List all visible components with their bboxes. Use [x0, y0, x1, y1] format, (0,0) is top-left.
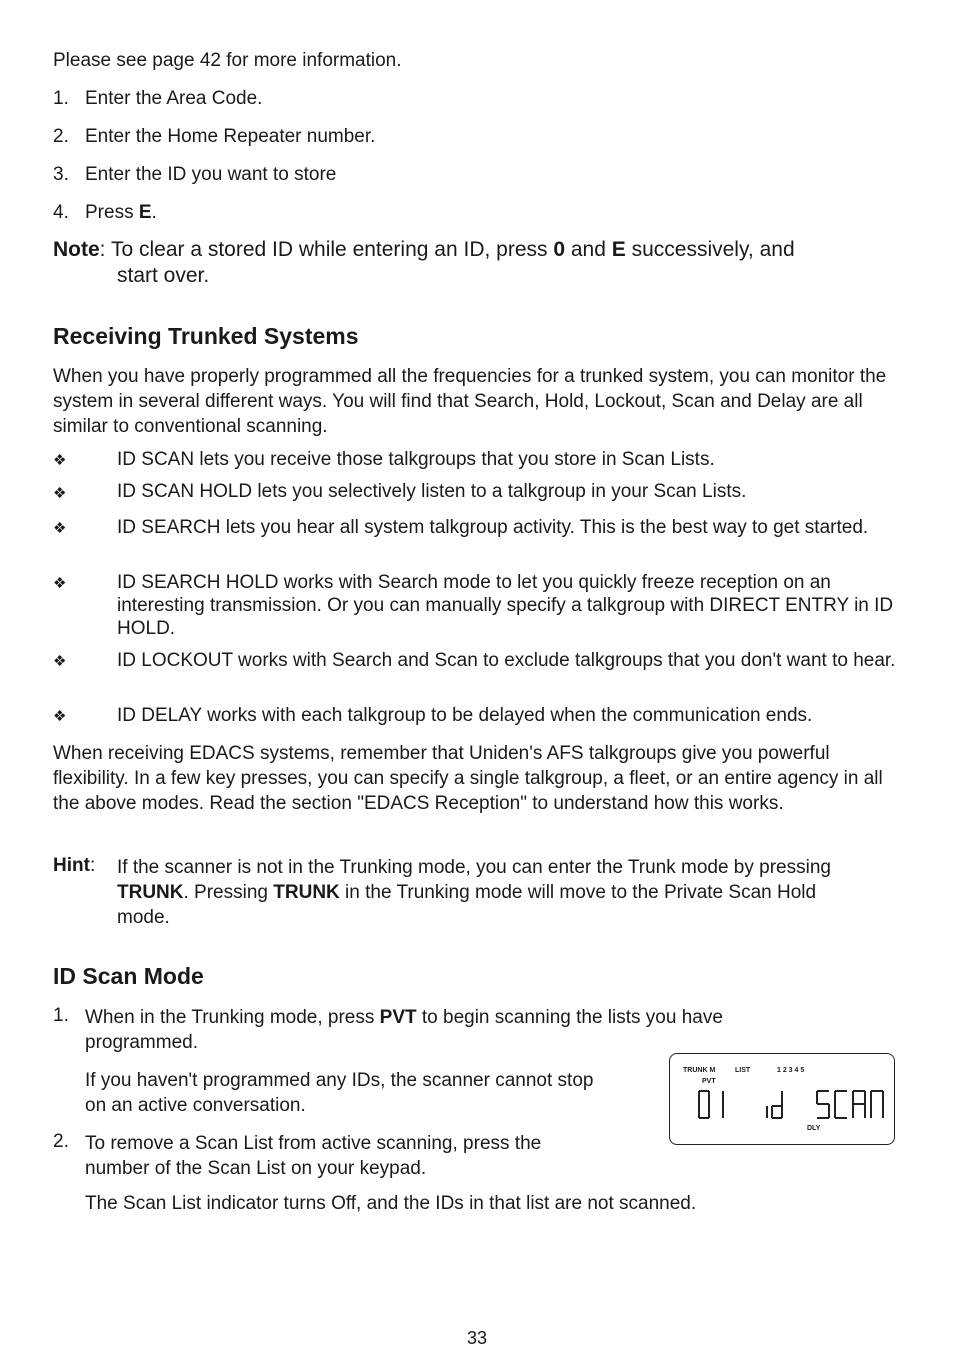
note-text: : To clear a stored ID while entering an… — [99, 238, 554, 261]
step-text: Enter the ID you want to store — [85, 164, 337, 185]
bullet-text: ID SEARCH HOLD works with Search mode to… — [117, 572, 894, 639]
step-number: 1. — [53, 1005, 69, 1026]
key-pvt: PVT — [379, 1007, 417, 1028]
step-note: If you haven't programmed any IDs, the s… — [85, 1068, 593, 1118]
bullet-text: ID DELAY works with each talkgroup to be… — [117, 705, 813, 726]
step-text-a: When in the Trunking mode, press — [85, 1007, 380, 1028]
hint-text-a: If the scanner is not in the Trunking mo… — [117, 857, 831, 878]
bullet-icon: ❖ — [53, 653, 67, 670]
step-number: 1. — [53, 88, 69, 109]
step-text: Press E. — [85, 202, 157, 224]
step-note-l2: on an active conversation. — [85, 1095, 306, 1116]
key-trunk: TRUNK — [117, 882, 184, 903]
step-text-b: to begin scanning the lists you have — [416, 1007, 723, 1028]
step-text-l2: number of the Scan List on your keypad. — [85, 1158, 427, 1179]
bullet-text: ID SEARCH lets you hear all system talkg… — [117, 517, 869, 538]
note-label: Note — [53, 238, 100, 261]
bullet-text: ID LOCKOUT works with Search and Scan to… — [117, 650, 896, 671]
step-text: When in the Trunking mode, press PVT to … — [85, 1005, 723, 1055]
lcd-display-illustration: TRUNK M LIST 1 2 3 4 5 PVT DLY — [669, 1053, 895, 1145]
note-line1: Note: To clear a stored ID while enterin… — [53, 238, 795, 262]
section-heading: ID Scan Mode — [53, 963, 204, 989]
note-line2: start over. — [117, 264, 210, 287]
key-0: 0 — [553, 238, 566, 261]
step-text: To remove a Scan List from active scanni… — [85, 1131, 541, 1181]
lcd-segment-text — [698, 1090, 884, 1119]
section-heading: Receiving Trunked Systems — [53, 323, 359, 349]
step-number: 4. — [53, 202, 69, 223]
step-number: 2. — [53, 126, 69, 147]
hint-text-d: mode. — [117, 907, 170, 928]
step-number: 2. — [53, 1131, 69, 1152]
step-note-l1: If you haven't programmed any IDs, the s… — [85, 1070, 594, 1091]
step-text-c: programmed. — [85, 1032, 198, 1053]
hint-text-b: . Pressing — [183, 882, 274, 903]
step-note: The Scan List indicator turns Off, and t… — [85, 1193, 697, 1214]
edacs-paragraph: When receiving EDACS systems, remember t… — [53, 743, 883, 814]
step-text-b: . — [151, 202, 157, 223]
step-number: 3. — [53, 164, 69, 185]
key-e: E — [611, 238, 626, 261]
bullet-icon: ❖ — [53, 575, 67, 592]
note-text: and — [565, 238, 612, 261]
step-text: Enter the Area Code. — [85, 88, 263, 109]
key-trunk: TRUNK — [273, 882, 340, 903]
intro-line: Please see page 42 for more information. — [53, 50, 402, 71]
hint-text: If the scanner is not in the Trunking mo… — [117, 855, 917, 930]
hint-text-c: in the Trunking mode will move to the Pr… — [339, 882, 817, 903]
section-intro: When you have properly programmed all th… — [53, 366, 887, 437]
page-number: 33 — [466, 1328, 488, 1348]
step-text: Enter the Home Repeater number. — [85, 126, 376, 147]
hint-label-wrap: Hint: — [53, 855, 96, 876]
bullet-icon: ❖ — [53, 485, 67, 502]
bullet-text: ID SCAN HOLD lets you selectively listen… — [117, 481, 747, 502]
bullet-icon: ❖ — [53, 520, 67, 537]
hint-label: Hint — [53, 855, 90, 876]
note-text: successively, and — [625, 238, 795, 261]
bullet-icon: ❖ — [53, 452, 67, 469]
step-text-a: Press — [85, 202, 139, 223]
step-text-l1: To remove a Scan List from active scanni… — [85, 1133, 542, 1154]
bullet-text: ID SCAN lets you receive those talkgroup… — [117, 449, 715, 470]
bullet-icon: ❖ — [53, 708, 67, 725]
key-e: E — [138, 202, 152, 223]
